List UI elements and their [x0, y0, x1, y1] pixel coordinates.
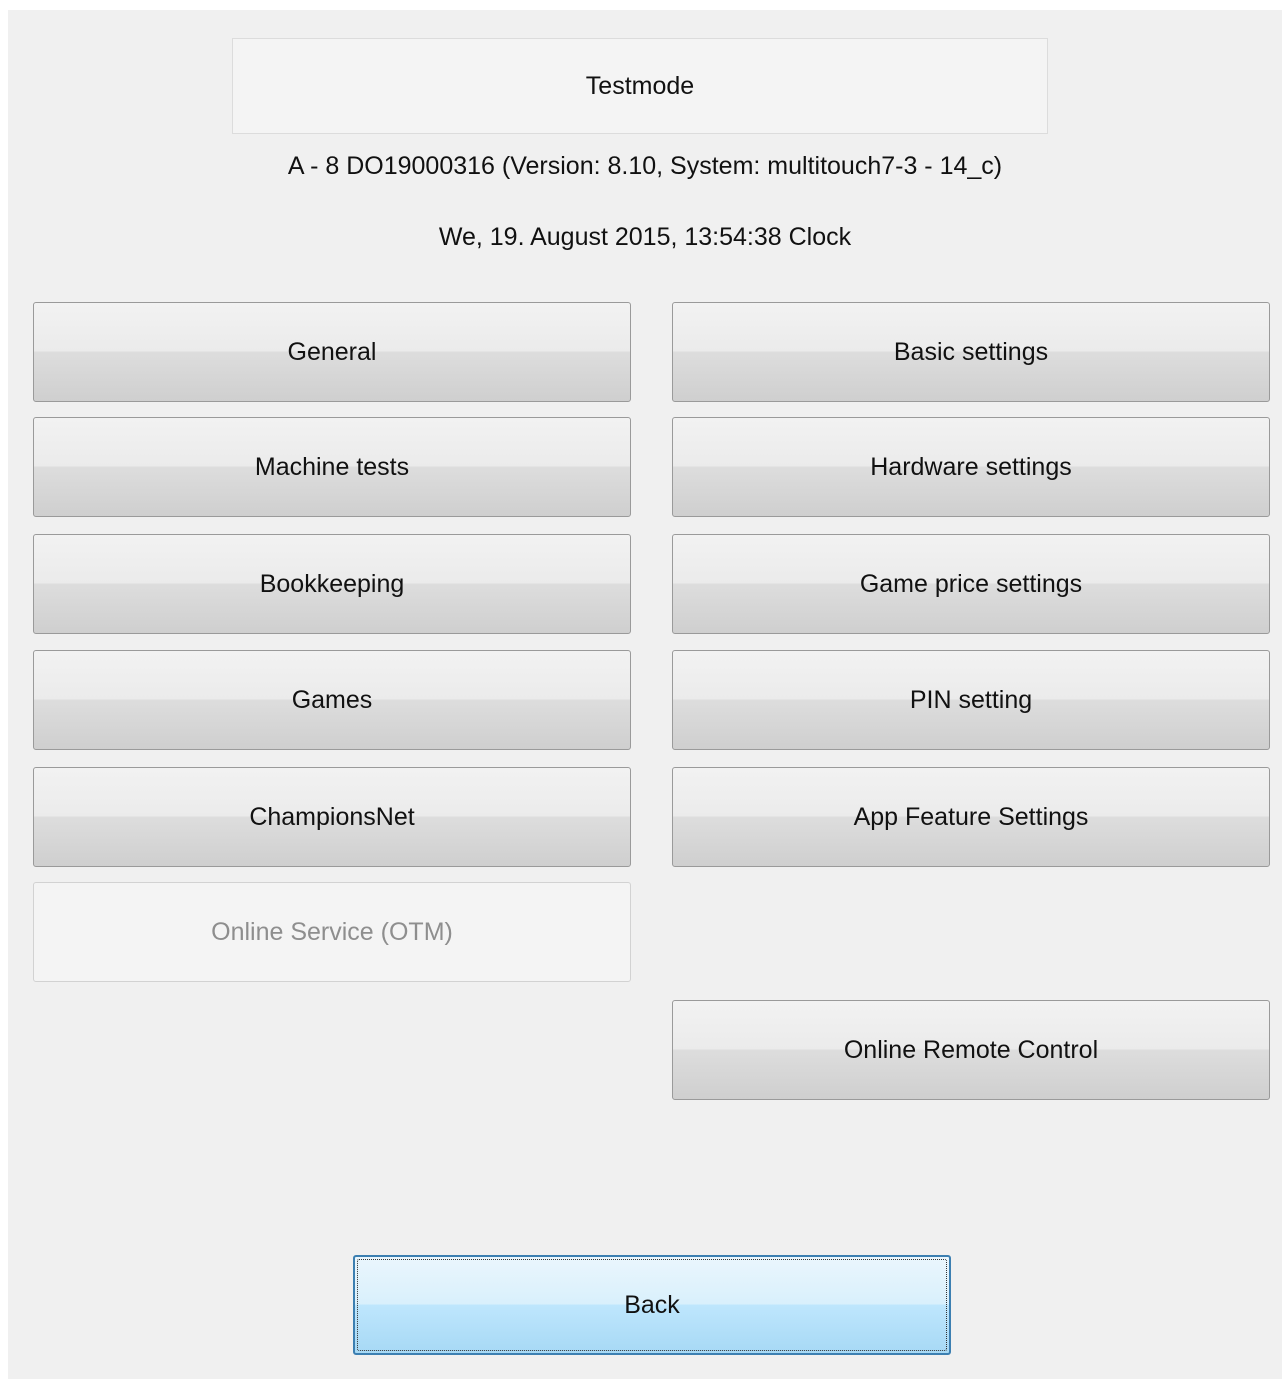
machine-info: A - 8 DO19000316 (Version: 8.10, System:… — [287, 152, 1003, 180]
online-service-otm-button-label: Online Service (OTM) — [211, 917, 453, 946]
general-button-label: General — [287, 337, 377, 366]
game-price-settings-button-label: Game price settings — [859, 569, 1083, 598]
machine-tests-button[interactable]: Machine tests — [33, 417, 631, 517]
back-button-label: Back — [624, 1290, 680, 1319]
page-title: Testmode — [232, 38, 1048, 134]
general-button[interactable]: General — [33, 302, 631, 402]
pin-setting-button[interactable]: PIN setting — [672, 650, 1270, 750]
online-remote-control-button[interactable]: Online Remote Control — [672, 1000, 1270, 1100]
back-button[interactable]: Back — [353, 1255, 951, 1355]
games-button-label: Games — [291, 685, 373, 714]
game-price-settings-button[interactable]: Game price settings — [672, 534, 1270, 634]
pin-setting-button-label: PIN setting — [909, 685, 1033, 714]
date-time: We, 19. August 2015, 13:54:38 Clock — [438, 223, 852, 251]
games-button[interactable]: Games — [33, 650, 631, 750]
machine-tests-button-label: Machine tests — [254, 452, 410, 481]
page-title-text: Testmode — [585, 71, 695, 100]
hardware-settings-button-label: Hardware settings — [870, 452, 1072, 481]
championsnet-button-label: ChampionsNet — [249, 802, 415, 831]
online-service-otm-button: Online Service (OTM) — [33, 882, 631, 982]
app-feature-settings-button[interactable]: App Feature Settings — [672, 767, 1270, 867]
hardware-settings-button[interactable]: Hardware settings — [672, 417, 1270, 517]
championsnet-button[interactable]: ChampionsNet — [33, 767, 631, 867]
online-remote-control-button-label: Online Remote Control — [843, 1035, 1099, 1064]
basic-settings-button-label: Basic settings — [893, 337, 1049, 366]
testmode-window: Testmode A - 8 DO19000316 (Version: 8.10… — [8, 10, 1282, 1379]
bookkeeping-button[interactable]: Bookkeeping — [33, 534, 631, 634]
bookkeeping-button-label: Bookkeeping — [259, 569, 405, 598]
app-feature-settings-button-label: App Feature Settings — [853, 802, 1089, 831]
basic-settings-button[interactable]: Basic settings — [672, 302, 1270, 402]
